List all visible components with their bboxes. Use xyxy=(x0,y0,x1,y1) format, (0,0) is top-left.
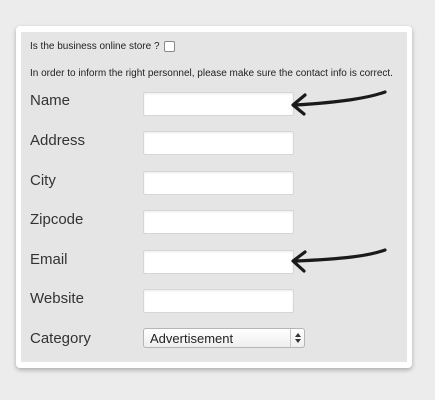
city-field[interactable] xyxy=(143,171,294,195)
website-field[interactable] xyxy=(143,289,294,313)
email-label: Email xyxy=(30,251,68,268)
city-label: City xyxy=(30,172,56,189)
select-arrows-icon xyxy=(290,329,304,347)
zipcode-label: Zipcode xyxy=(30,211,84,228)
online-store-checkbox[interactable] xyxy=(163,41,175,52)
category-select[interactable]: Advertisement xyxy=(143,328,305,348)
form-card: Is the business online store ? In order … xyxy=(16,26,412,368)
zipcode-field[interactable] xyxy=(143,210,294,234)
address-label: Address xyxy=(30,132,86,149)
category-selected-value: Advertisement xyxy=(150,330,234,346)
website-label: Website xyxy=(30,290,84,307)
email-field[interactable] xyxy=(143,250,294,274)
online-store-question: Is the business online store ? xyxy=(30,41,160,52)
hand-drawn-arrow-icon xyxy=(291,90,387,116)
online-store-row: Is the business online store ? xyxy=(30,41,175,52)
form-panel: Is the business online store ? In order … xyxy=(21,32,407,362)
name-label: Name xyxy=(30,92,71,109)
category-label: Category xyxy=(30,330,91,347)
name-field[interactable] xyxy=(143,92,294,116)
address-field[interactable] xyxy=(143,131,294,155)
contact-notice: In order to inform the right personnel, … xyxy=(30,68,393,79)
hand-drawn-arrow-icon xyxy=(291,248,387,273)
